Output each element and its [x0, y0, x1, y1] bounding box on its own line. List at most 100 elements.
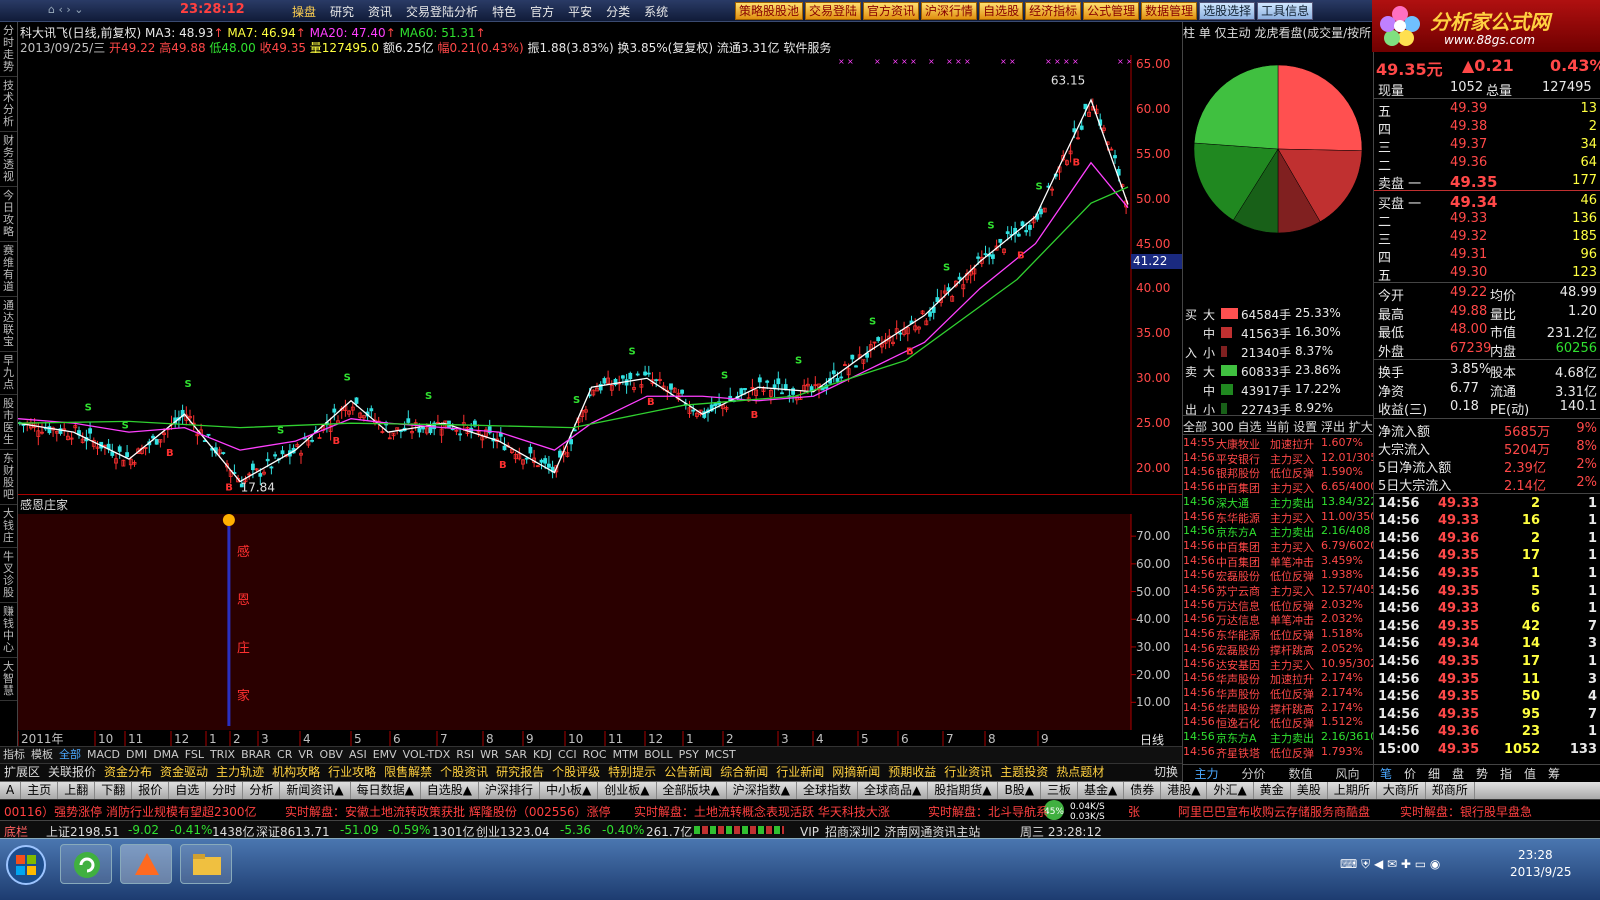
- quick-menu-item[interactable]: 自选股: [979, 2, 1024, 20]
- extension-tab[interactable]: 公告新闻: [660, 764, 716, 781]
- vtab[interactable]: 大智慧: [0, 658, 17, 701]
- alert-row[interactable]: 14:56 深大通 主力卖出 13.84/322: [1183, 495, 1377, 510]
- quick-menu-item[interactable]: 官方资讯: [863, 2, 920, 20]
- alert-row[interactable]: 14:56 宏磊股份 低位反弹 1.938%: [1183, 568, 1373, 583]
- ticker-item[interactable]: 张: [1128, 803, 1140, 820]
- tab-data[interactable]: 数值: [1277, 765, 1324, 782]
- indicator-tab[interactable]: WR: [477, 747, 502, 763]
- market-tab[interactable]: 自选: [169, 782, 207, 799]
- indicator-tab[interactable]: PSY: [676, 747, 702, 763]
- market-tab[interactable]: 债券: [1124, 782, 1162, 799]
- menu-item[interactable]: 官方: [530, 3, 554, 20]
- quick-menu-item[interactable]: 策略股股池: [735, 2, 804, 20]
- tab-wind[interactable]: 风向: [1324, 765, 1371, 782]
- vtab[interactable]: 通达联宝: [0, 297, 17, 352]
- vtab[interactable]: 早九点: [0, 352, 17, 395]
- alert-row[interactable]: 14:56 恒逸石化 低位反弹 1.512%: [1183, 715, 1373, 730]
- detail-tab[interactable]: 筹: [1542, 765, 1566, 782]
- ticker-item[interactable]: 实时解盘：银行股早盘急: [1400, 803, 1532, 820]
- detail-tab[interactable]: 盘: [1446, 765, 1470, 782]
- detail-tab[interactable]: 指: [1494, 765, 1518, 782]
- quick-menu-item[interactable]: 交易登陆: [805, 2, 862, 20]
- taskbar-app-stock[interactable]: [120, 844, 172, 884]
- ticker-item[interactable]: 实时解盘：安徽土地流转政策获批 辉隆股份（002556）涨停: [285, 803, 611, 820]
- ticker-item[interactable]: 实时解盘：土地流转概念表现活跃 华天科技大涨: [634, 803, 890, 820]
- indicator-tab[interactable]: BRAR: [238, 747, 274, 763]
- news-filter-tabs[interactable]: 全部 300 自选 当前 设置 浮出 扩大: [1183, 415, 1373, 435]
- quick-menu-item[interactable]: 选股选择: [1199, 2, 1256, 20]
- indicator-tab[interactable]: ROC: [580, 747, 610, 763]
- ticker-item[interactable]: 00116）强势涨停 消防行业规模有望超2300亿: [4, 803, 257, 820]
- vtab[interactable]: 财务透视: [0, 132, 17, 187]
- alert-row[interactable]: 14:56 华声股份 撑杆跳高 2.174%: [1183, 701, 1373, 716]
- extension-tab[interactable]: 扩展区: [0, 764, 44, 781]
- tray-date[interactable]: 2013/9/25: [1510, 865, 1572, 879]
- alert-row[interactable]: 14:56 齐星铁塔 低位反弹 1.793%: [1183, 745, 1373, 760]
- indicator-tab[interactable]: RSI: [453, 747, 477, 763]
- bid-row[interactable]: 三 49.32 185: [1374, 228, 1600, 248]
- taskbar-app-explorer[interactable]: [180, 844, 232, 884]
- market-tab[interactable]: 全球商品▲: [858, 782, 929, 799]
- quick-menu-item[interactable]: 工具信息: [1257, 2, 1314, 20]
- quick-menu-item[interactable]: 公式管理: [1083, 2, 1140, 20]
- tab-split[interactable]: 分价: [1230, 765, 1277, 782]
- indicator-tab[interactable]: MTM: [610, 747, 642, 763]
- ask-row[interactable]: 四 49.38 2: [1374, 118, 1600, 138]
- market-tab[interactable]: 下翻: [95, 782, 133, 799]
- indicator-tab[interactable]: 模板: [28, 747, 56, 763]
- alert-row[interactable]: 14:56 中百集团 主力买入 6.65/4000: [1183, 480, 1377, 495]
- ticker-item[interactable]: 阿里巴巴宣布收购云存储服务商酷盘: [1178, 803, 1370, 820]
- extension-tab[interactable]: 热点题材: [1052, 764, 1108, 781]
- menu-item[interactable]: 特色: [492, 3, 516, 20]
- market-tab[interactable]: 全部版块▲: [657, 782, 727, 799]
- extension-tab[interactable]: 个股评级: [548, 764, 604, 781]
- alert-row[interactable]: 14:56 万达信息 单笔冲击 2.032%: [1183, 612, 1373, 627]
- switch-tab[interactable]: 切换: [1150, 764, 1182, 781]
- menu-item[interactable]: 操盘: [292, 3, 316, 20]
- extension-tab[interactable]: 网摘新闻: [828, 764, 884, 781]
- menu-item[interactable]: 研究: [330, 3, 354, 20]
- market-tab[interactable]: 沪深排行: [479, 782, 541, 799]
- detail-tab[interactable]: 细: [1422, 765, 1446, 782]
- indicator-tab[interactable]: CCI: [555, 747, 580, 763]
- indicator-tab[interactable]: SAR: [502, 747, 530, 763]
- detail-tab[interactable]: 笔: [1374, 765, 1398, 782]
- alert-row[interactable]: 14:56 华声股份 加速拉升 2.174%: [1183, 671, 1373, 686]
- alert-row[interactable]: 14:56 京东方A 主力卖出 2.16/3610: [1183, 730, 1377, 745]
- tab-main[interactable]: 主力: [1183, 765, 1230, 782]
- vtab[interactable]: 分时走势: [0, 22, 17, 77]
- indicator-tab[interactable]: BOLL: [641, 747, 675, 763]
- quick-menu-item[interactable]: 数据管理: [1141, 2, 1198, 20]
- vtab[interactable]: 大钱庄: [0, 505, 17, 548]
- menu-item[interactable]: 资讯: [368, 3, 392, 20]
- menu-item[interactable]: 平安: [568, 3, 592, 20]
- extension-tab[interactable]: 限售解禁: [380, 764, 436, 781]
- alert-row[interactable]: 14:56 东华能源 主力买入 11.00/350: [1183, 510, 1377, 525]
- market-tab[interactable]: 主页: [21, 782, 59, 799]
- extension-tab[interactable]: 主力轨迹: [212, 764, 268, 781]
- market-tab[interactable]: 港股▲: [1161, 782, 1208, 799]
- market-tab[interactable]: A: [0, 782, 22, 799]
- indicator-tab[interactable]: CR: [274, 747, 295, 763]
- extension-tab[interactable]: 机构攻略: [268, 764, 324, 781]
- alert-row[interactable]: 14:55 大康牧业 加速拉升 1.607%: [1183, 436, 1373, 451]
- vtab[interactable]: 股市医生: [0, 395, 17, 450]
- bid-row[interactable]: 买盘 一 49.34 46: [1374, 192, 1600, 212]
- market-tab[interactable]: 报价: [132, 782, 170, 799]
- indicator-tab[interactable]: VOL-TDX: [400, 747, 454, 763]
- vtab[interactable]: 赛维有道: [0, 242, 17, 297]
- extension-tab[interactable]: 个股资讯: [436, 764, 492, 781]
- market-tab[interactable]: 新闻资讯▲: [280, 782, 351, 799]
- tray-icons[interactable]: ⌨ ⛨ ◀ ✉ ✚ ▭ ◉: [1340, 857, 1440, 872]
- alert-row[interactable]: 14:56 东华能源 低位反弹 1.518%: [1183, 627, 1373, 642]
- indicator-tab[interactable]: DMI: [123, 747, 150, 763]
- alert-row[interactable]: 14:56 银邦股份 低位反弹 1.590%: [1183, 465, 1373, 480]
- alert-row[interactable]: 14:56 中百集团 主力买入 6.79/6020: [1183, 539, 1377, 554]
- extension-tab[interactable]: 行业资讯: [940, 764, 996, 781]
- indicator-tab[interactable]: VR: [295, 747, 316, 763]
- market-tab[interactable]: 三板: [1041, 782, 1078, 799]
- ask-row[interactable]: 二 49.36 64: [1374, 154, 1600, 174]
- market-tab[interactable]: 自选股▲: [421, 782, 480, 799]
- nav-arrows[interactable]: ⌂ ‹ › ⌄: [48, 3, 84, 16]
- extension-tab[interactable]: 主题投资: [996, 764, 1052, 781]
